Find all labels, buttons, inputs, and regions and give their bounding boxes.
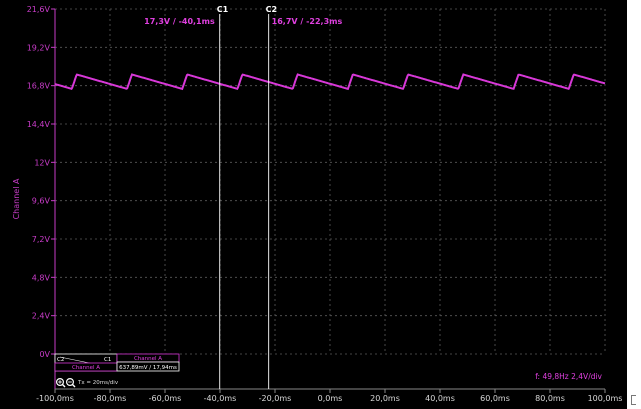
y-tick-label: 7,2V [32,235,51,244]
x-tick-label: 20,0ms [370,394,400,403]
y-tick-label: 12V [34,158,50,167]
x-axis-labels: -100,0ms -80,0ms -60,0ms -40,0ms -20,0ms 0,0m… [36,394,622,403]
cursor-tag[interactable]: C2 [266,5,277,14]
x-tick-label: 80,0ms [535,394,565,403]
y-tick-label: 2,4V [32,312,51,321]
window-edge-marker [631,395,636,405]
y-axis-labels: 21,6V 19,2V 16,8V 14,4V 12V 9,6V 7,2V 4,8V 2,4V 0… [27,5,51,359]
cursor-readout: 17,3V / -40,1ms [144,17,215,26]
cursor-c1[interactable]: C117,3V / -40,1ms [144,5,229,389]
grid [55,8,606,355]
y-tick-label: 0V [39,350,50,359]
x-tick-label: 100,0ms [588,394,623,403]
measurement-value: 637,89mV / 17,94ms [119,365,177,371]
oscilloscope-display[interactable]: 21,6V 19,2V 16,8V 14,4V 12V 9,6V 7,2V 4,8V 2,4V 0… [0,0,627,409]
x-tick-label: 60,0ms [480,394,510,403]
measurement-tag-c1: C1 [104,357,111,363]
x-tick-label: -40,0ms [204,394,237,403]
timebase-label: Tx = 20ms/div [77,380,119,386]
cursors[interactable]: C117,3V / -40,1ms C2 16,7V / -22,3ms [144,5,342,389]
x-tick-label: -80,0ms [94,394,127,403]
x-tick-label: 0,0ms [318,394,343,403]
measurement-box: C2 C1 Channel A Channel A 637,89mV / 17,… [54,353,180,372]
cursor-c2[interactable]: C2 16,7V / -22,3ms [266,5,343,389]
cursor-tag[interactable]: C1 [217,5,229,14]
y-tick-label: 4,8V [32,273,51,282]
zoom-in-icon[interactable] [55,378,66,388]
measurement-header: Channel A [134,356,162,362]
y-tick-label: 19,2V [27,43,51,52]
channel-name-label: Channel A [12,178,21,219]
measurement-tag-c2: C2 [57,357,64,363]
waveform-trace [54,73,606,91]
zoom-out-icon[interactable] [65,378,76,388]
y-tick-label: 14,4V [27,120,51,129]
x-tick-label: -60,0ms [149,394,182,403]
x-tick-label: -20,0ms [259,394,292,403]
y-tick-label: 9,6V [32,197,51,206]
scope-plot[interactable]: 21,6V 19,2V 16,8V 14,4V 12V 9,6V 7,2V 4,8V 2,4V 0… [0,0,627,409]
cursor-readout: 16,7V / -22,3ms [272,17,343,26]
y-tick-label: 16,8V [27,82,51,91]
x-axis-ticks [54,389,606,393]
x-tick-label: 40,0ms [425,394,455,403]
measurement-channel-label: Channel A [72,365,100,371]
y-tick-label: 21,6V [27,5,51,14]
y-axis-ticks [51,8,55,355]
frequency-status: f: 49,8Hz 2,4V/div [535,372,602,381]
zoom-controls: Tx = 20ms/div [55,378,119,388]
x-tick-label: -100,0ms [36,394,74,403]
